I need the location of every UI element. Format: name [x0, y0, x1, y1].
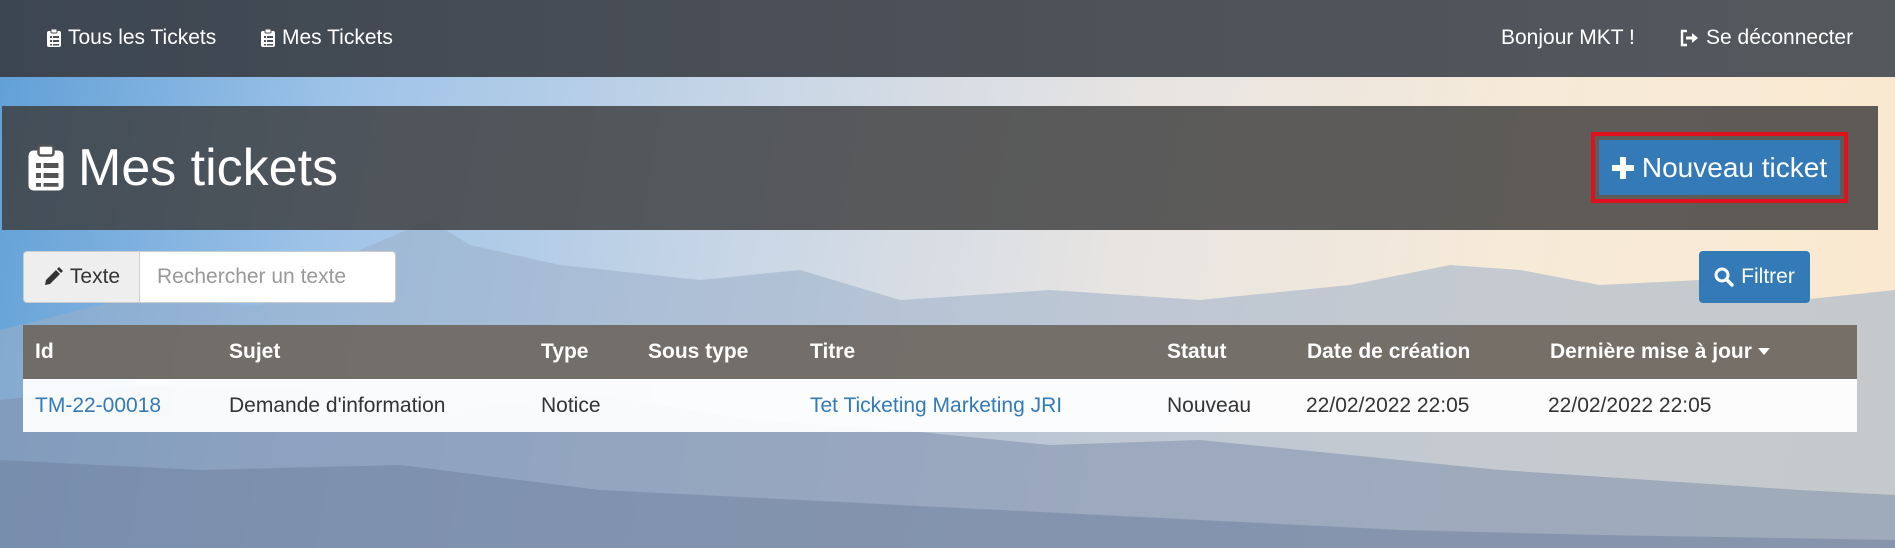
pencil-icon — [43, 267, 63, 287]
search-addon: Texte — [23, 251, 140, 303]
cell-type: Notice — [541, 393, 601, 417]
cell-sujet: Demande d'information — [229, 393, 446, 417]
greeting-link[interactable]: Bonjour MKT ! — [1501, 26, 1635, 50]
column-header-statut[interactable]: Statut — [1167, 325, 1227, 379]
tickets-table: Id Sujet Type Sous type Titre Statut Dat… — [23, 325, 1857, 432]
clipboard-list-icon — [26, 141, 66, 195]
table-row: TM-22-00018 Demande d'information Notice… — [23, 379, 1857, 432]
filter-button[interactable]: Filtrer — [1699, 251, 1810, 303]
column-header-id[interactable]: Id — [35, 325, 54, 379]
filter-label: Filtrer — [1741, 265, 1795, 288]
plus-icon — [1611, 156, 1634, 179]
new-ticket-button[interactable]: Nouveau ticket — [1599, 140, 1840, 195]
search-input[interactable] — [140, 251, 396, 303]
column-header-sujet[interactable]: Sujet — [229, 325, 280, 379]
sign-out-icon — [1680, 29, 1700, 47]
cell-derniere-maj: 22/02/2022 22:05 — [1548, 393, 1712, 417]
greeting-label: Bonjour MKT ! — [1501, 26, 1635, 49]
page-header: Mes tickets Nouveau ticket — [2, 106, 1878, 230]
column-header-type[interactable]: Type — [541, 325, 588, 379]
logout-label: Se déconnecter — [1706, 26, 1854, 49]
clipboard-list-icon — [260, 28, 276, 48]
nav-my-tickets[interactable]: Mes Tickets — [260, 26, 393, 50]
column-header-titre[interactable]: Titre — [810, 325, 855, 379]
column-header-derniere-maj-label: Dernière mise à jour — [1550, 340, 1752, 363]
cell-statut: Nouveau — [1167, 393, 1252, 417]
page-title-text: Mes tickets — [78, 139, 339, 197]
nav-my-tickets-label: Mes Tickets — [282, 26, 393, 49]
page-title: Mes tickets — [26, 138, 338, 198]
logout-link[interactable]: Se déconnecter — [1680, 26, 1853, 50]
cell-id-link[interactable]: TM-22-00018 — [35, 379, 161, 432]
table-header: Id Sujet Type Sous type Titre Statut Dat… — [23, 325, 1857, 379]
column-header-derniere-maj[interactable]: Dernière mise à jour — [1550, 325, 1770, 379]
nav-all-tickets[interactable]: Tous les Tickets — [46, 26, 216, 50]
cell-date-creation: 22/02/2022 22:05 — [1306, 393, 1470, 417]
nav-all-tickets-label: Tous les Tickets — [68, 26, 217, 49]
clipboard-list-icon — [46, 28, 62, 48]
search-icon — [1714, 267, 1734, 287]
search-addon-label: Texte — [69, 265, 121, 288]
cell-titre-link[interactable]: Tet Ticketing Marketing JRI — [810, 379, 1062, 432]
column-header-sous-type[interactable]: Sous type — [648, 325, 748, 379]
caret-down-icon — [1757, 348, 1770, 356]
top-navbar: Tous les Tickets Mes Tickets Bonjour MKT… — [0, 0, 1895, 77]
new-ticket-highlight: Nouveau ticket — [1591, 132, 1848, 203]
column-header-date-creation[interactable]: Date de création — [1307, 325, 1470, 379]
search-group: Texte — [23, 251, 396, 303]
new-ticket-label: Nouveau ticket — [1641, 151, 1828, 183]
